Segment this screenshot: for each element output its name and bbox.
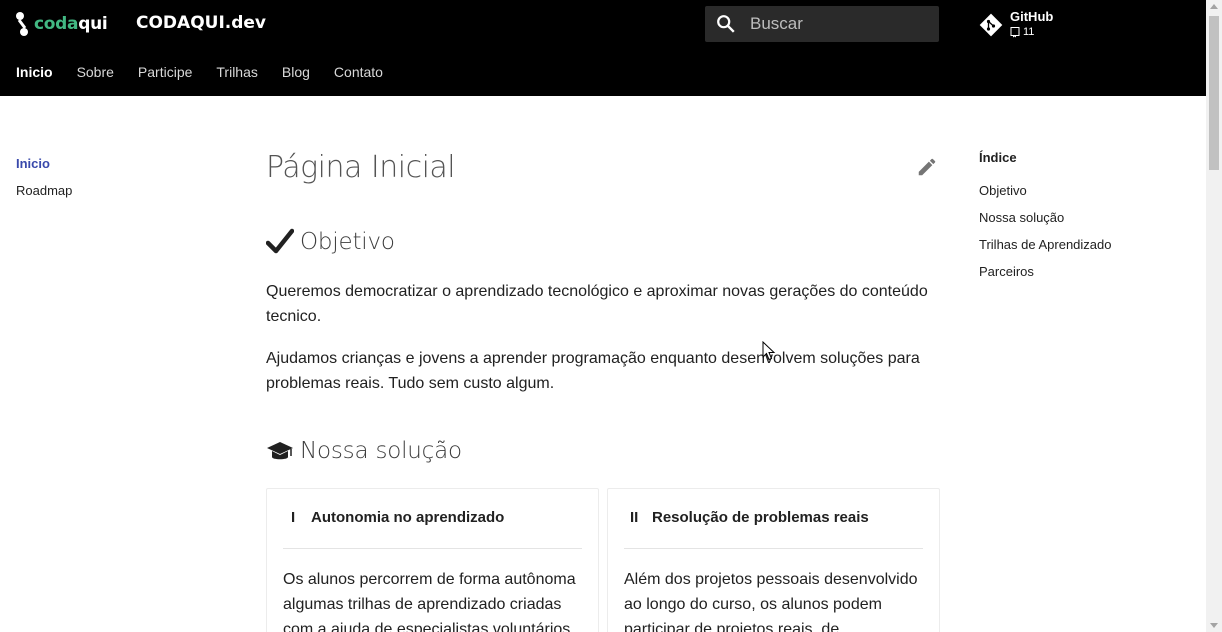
tab-inicio[interactable]: Inicio <box>16 64 53 80</box>
left-sidebar: Inicio Roadmap <box>16 150 72 204</box>
section-heading-solucao: Nossa solução <box>266 438 462 464</box>
card-divider <box>283 548 582 549</box>
header: codaqui CODAQUI.dev Buscar GitHub 11 Ini… <box>0 0 1206 96</box>
tab-sobre[interactable]: Sobre <box>77 64 114 80</box>
toc-item-trilhas[interactable]: Trilhas de Aprendizado <box>979 231 1112 258</box>
tab-blog[interactable]: Blog <box>282 64 310 80</box>
search-input[interactable] <box>750 14 930 34</box>
toc-title: Índice <box>979 150 1017 165</box>
mouse-cursor-icon <box>762 341 776 361</box>
git-icon <box>979 13 1003 37</box>
toc-item-parceiros[interactable]: Parceiros <box>979 258 1112 285</box>
scrollbar[interactable] <box>1206 0 1222 632</box>
toc-item-nossa-solucao[interactable]: Nossa solução <box>979 204 1112 231</box>
toc-item-objetivo[interactable]: Objetivo <box>979 177 1112 204</box>
logo-text-part1: coda <box>34 14 79 34</box>
codaqui-logo-icon <box>14 12 30 36</box>
header-top: codaqui CODAQUI.dev Buscar GitHub 11 <box>0 0 1206 48</box>
repo-info: GitHub 11 <box>1010 10 1053 39</box>
card-title: Autonomia no aprendizado <box>311 509 505 526</box>
repo-link[interactable]: GitHub 11 <box>979 10 1053 39</box>
site-title: CODAQUI.dev <box>136 13 267 33</box>
objetivo-paragraph-1: Queremos democratizar o aprendizado tecn… <box>266 283 928 325</box>
logo-text-part2: qui <box>78 14 108 34</box>
checkmark-icon <box>266 228 294 254</box>
objetivo-paragraph-2: Ajudamos crianças e jovens a aprender pr… <box>266 350 920 392</box>
card-body: Os alunos percorrem de forma autônoma al… <box>283 571 576 632</box>
scroll-down-icon[interactable] <box>1210 623 1218 628</box>
card-header: I Autonomia no aprendizado <box>283 509 504 526</box>
sidebar-item-inicio[interactable]: Inicio <box>16 150 72 177</box>
repo-name: GitHub <box>1010 9 1054 24</box>
edit-icon[interactable] <box>916 156 938 178</box>
scroll-thumb[interactable] <box>1209 16 1219 170</box>
search-icon <box>715 13 737 35</box>
logo-text: codaqui <box>34 14 108 34</box>
page-title: Página Inicial <box>266 150 456 185</box>
solution-card: I Autonomia no aprendizado Os alunos per… <box>266 488 599 632</box>
search-box[interactable] <box>705 6 939 42</box>
tab-bar: Inicio Sobre Participe Trilhas Blog Cont… <box>16 48 407 96</box>
card-title: Resolução de problemas reais <box>652 509 869 526</box>
repo-icon <box>1010 26 1020 37</box>
logo[interactable]: codaqui <box>14 12 108 36</box>
card-number: I <box>291 509 296 526</box>
repo-facts: 11 <box>1010 25 1053 39</box>
tab-contato[interactable]: Contato <box>334 64 383 80</box>
tab-trilhas[interactable]: Trilhas <box>216 64 258 80</box>
card-number: II <box>630 509 639 526</box>
table-of-contents: Índice Objetivo Nossa solução Trilhas de… <box>979 150 1112 285</box>
graduation-cap-icon <box>267 442 293 460</box>
sidebar-item-roadmap[interactable]: Roadmap <box>16 177 72 204</box>
card-divider <box>624 548 923 549</box>
section-heading-objetivo-text: Objetivo <box>300 229 395 255</box>
section-heading-solucao-text: Nossa solução <box>300 438 462 464</box>
solution-card: II Resolução de problemas reais Além dos… <box>607 488 940 632</box>
tab-participe[interactable]: Participe <box>138 64 192 80</box>
repo-count: 11 <box>1023 26 1035 38</box>
section-heading-objetivo: Objetivo <box>266 228 395 256</box>
scroll-up-icon[interactable] <box>1210 4 1218 9</box>
card-body: Além dos projetos pessoais desenvolvido … <box>624 571 918 632</box>
card-header: II Resolução de problemas reais <box>624 509 869 526</box>
